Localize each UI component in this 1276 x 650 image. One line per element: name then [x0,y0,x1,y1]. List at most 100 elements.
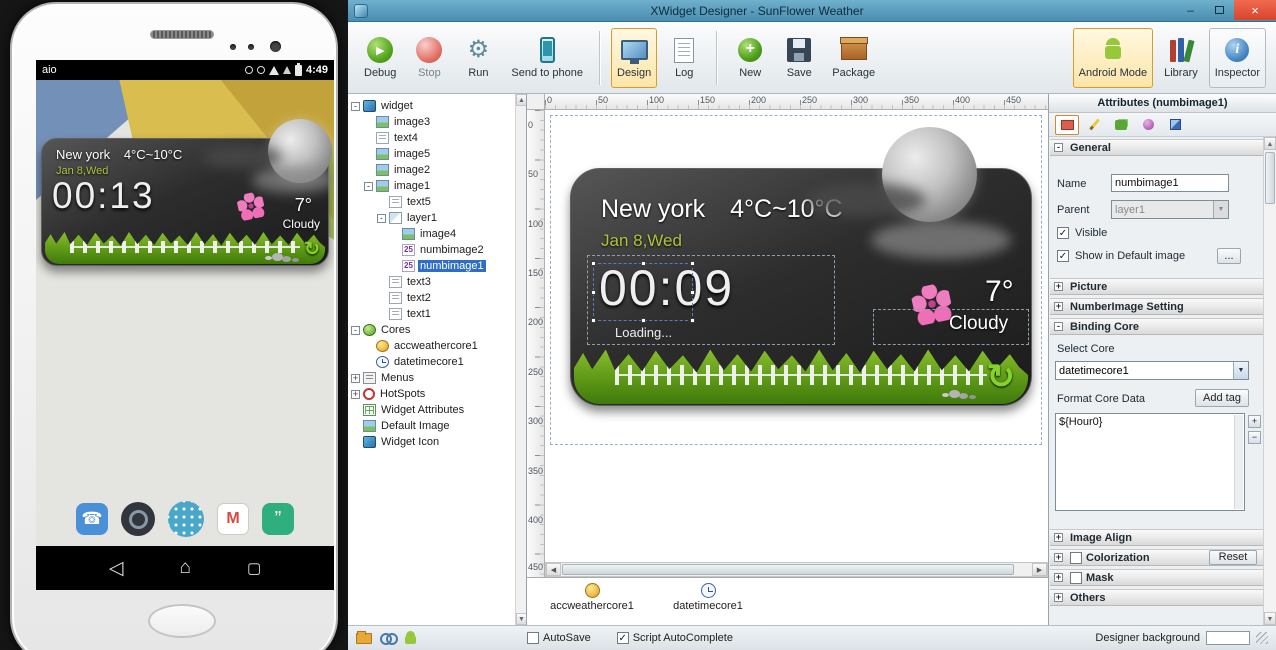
tree-item-numbimage2[interactable]: 25numbimage2 [348,242,526,258]
design-canvas[interactable]: New york 4°C~10°C Jan 8,Wed 00:09 Loadin… [545,110,1048,562]
name-input[interactable] [1111,174,1229,192]
scroll-down-icon[interactable]: ▼ [516,613,527,625]
link-icon[interactable] [380,633,396,643]
collapse-icon[interactable]: - [377,214,386,223]
android-mode-button[interactable]: Android Mode [1073,28,1154,88]
android-icon[interactable] [404,630,417,646]
tree-item-widget-icon[interactable]: Widget Icon [348,434,526,450]
tree-item-layer1[interactable]: -layer1 [348,210,526,226]
visible-checkbox[interactable]: ✓ [1057,227,1069,239]
parent-dropdown[interactable]: layer1 ▼ [1111,200,1229,219]
save-button[interactable]: Save [777,28,821,88]
section-general[interactable]: - General [1050,139,1263,156]
scroll-up-icon[interactable]: ▲ [516,94,527,106]
scroll-down-icon[interactable]: ▼ [1264,612,1276,625]
tree-item-text4[interactable]: text4 [348,130,526,146]
scroll-left-icon[interactable]: ◀ [546,563,561,576]
back-button[interactable]: ◁ [109,557,124,580]
tab-script[interactable] [1163,115,1187,135]
scroll-up-icon[interactable]: ▲ [1264,137,1276,150]
expand-icon[interactable]: + [1054,302,1063,311]
tree-item-datetimecore1[interactable]: datetimecore1 [348,354,526,370]
textarea-scrollbar[interactable] [1234,415,1243,509]
tree-item-accweathercore1[interactable]: accweathercore1 [348,338,526,354]
colorization-checkbox[interactable] [1070,552,1082,564]
camera-app-icon[interactable] [121,502,155,536]
add-tag-button[interactable]: Add tag [1195,389,1249,407]
format-core-data-textarea[interactable]: ${Hour0} [1055,413,1245,511]
resize-handle[interactable] [641,318,646,323]
refresh-icon[interactable]: ↻ [987,357,1016,397]
increase-button[interactable]: + [1248,415,1261,428]
expand-icon[interactable]: + [1054,593,1063,602]
ellipsis-button[interactable]: ... [1217,248,1241,264]
design-button[interactable]: Design [611,28,657,88]
inspector-button[interactable]: i Inspector [1209,28,1266,88]
dialer-app-icon[interactable]: ☎ [76,503,108,535]
collapse-icon[interactable]: - [351,326,360,335]
collapse-icon[interactable]: - [364,182,373,191]
recents-button[interactable]: ▢ [247,559,261,577]
reset-button[interactable]: Reset [1209,550,1257,565]
script-autocomplete-checkbox[interactable]: ✓ [617,632,629,644]
select-core-dropdown[interactable]: datetimecore1 ▼ [1055,361,1249,380]
mask-checkbox[interactable] [1070,572,1082,584]
tab-display[interactable] [1055,115,1079,135]
send-to-phone-button[interactable]: Send to phone [505,28,589,88]
collapse-icon[interactable]: - [1054,322,1063,331]
selection-box-numbimage1[interactable] [593,263,693,321]
tree-item-text5[interactable]: text5 [348,194,526,210]
minimize-button[interactable]: – [1176,0,1205,20]
log-button[interactable]: Log [662,28,706,88]
decrease-button[interactable]: − [1248,431,1261,444]
show-default-checkbox[interactable]: ✓ [1057,250,1069,262]
resize-grip[interactable] [1256,632,1268,644]
home-button[interactable]: ⌂ [179,557,190,579]
tree-item-text2[interactable]: text2 [348,290,526,306]
resize-handle[interactable] [690,261,695,266]
section-others[interactable]: + Others [1050,589,1263,606]
collapse-icon[interactable]: - [1054,143,1063,152]
tree-item-image4[interactable]: image4 [348,226,526,242]
resize-handle[interactable] [591,290,596,295]
tree-item-text1[interactable]: text1 [348,306,526,322]
tree-item-numbimage1[interactable]: 25numbimage1 [348,258,526,274]
tree-item-image5[interactable]: image5 [348,146,526,162]
library-button[interactable]: Library [1158,28,1204,88]
section-binding-core[interactable]: - Binding Core [1050,318,1263,335]
run-button[interactable]: ⚙ Run [456,28,500,88]
tree-item-cores[interactable]: -Cores [348,322,526,338]
resize-handle[interactable] [690,318,695,323]
refresh-icon[interactable]: ↻ [304,238,320,261]
attributes-scrollbar[interactable]: ▲ ▼ [1263,137,1276,625]
collapse-icon[interactable]: - [351,102,360,111]
tree-item-hotspots[interactable]: +HotSpots [348,386,526,402]
tree-item-widget-attributes[interactable]: Widget Attributes [348,402,526,418]
expand-icon[interactable]: + [351,374,360,383]
package-button[interactable]: Package [826,28,881,88]
hardware-home-button[interactable] [148,604,216,638]
autosave-checkbox[interactable] [527,632,539,644]
designer-background-swatch[interactable] [1206,631,1250,645]
tab-edit[interactable] [1082,115,1106,135]
maximize-button[interactable] [1205,0,1234,20]
tab-color[interactable] [1136,115,1160,135]
tree-item-default-image[interactable]: Default Image [348,418,526,434]
tree-item-image2[interactable]: image2 [348,162,526,178]
resize-handle[interactable] [690,290,695,295]
tree-item-image3[interactable]: image3 [348,114,526,130]
tree-item-image1[interactable]: -image1 [348,178,526,194]
weather-widget-design[interactable]: New york 4°C~10°C Jan 8,Wed 00:09 Loadin… [570,168,1032,406]
debug-button[interactable]: ▶ Debug [358,28,402,88]
canvas-h-scrollbar[interactable]: ◀ ▶ [545,562,1048,577]
expand-icon[interactable]: + [351,390,360,399]
resize-handle[interactable] [591,318,596,323]
tree-item-menus[interactable]: +Menus [348,370,526,386]
tree-item-text3[interactable]: text3 [348,274,526,290]
scroll-right-icon[interactable]: ▶ [1032,563,1047,576]
new-button[interactable]: + New [728,28,772,88]
hangouts-app-icon[interactable]: ” [262,503,294,535]
core-item-datetimecore1[interactable]: datetimecore1 [658,580,758,612]
scrollbar-thumb[interactable] [562,564,1014,575]
section-picture[interactable]: + Picture [1050,278,1263,295]
